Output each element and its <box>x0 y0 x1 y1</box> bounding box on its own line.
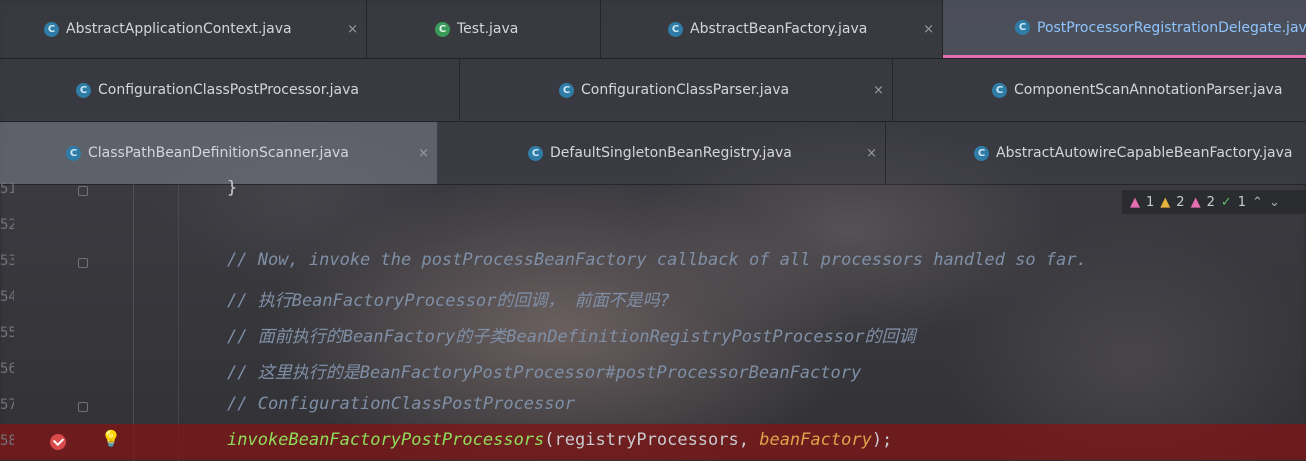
breakpoint-icon[interactable] <box>50 434 66 450</box>
tab-default-singleton-bean-registry[interactable]: C DefaultSingletonBeanRegistry.java × <box>438 122 886 184</box>
code-editor[interactable]: 51 52 53 54 55 56 57 58 💡 } // Now, invo… <box>0 178 1306 461</box>
tab-label: ConfigurationClassParser.java <box>581 82 790 98</box>
code-close: ); <box>871 430 893 450</box>
tab-label: AbstractApplicationContext.java <box>66 21 292 37</box>
line-number: 52 <box>0 217 14 233</box>
java-class-icon: C <box>668 21 683 37</box>
java-class-icon: C <box>44 21 59 37</box>
tab-row-2: C ConfigurationClassPostProcessor.java C… <box>0 59 1306 122</box>
method-call: invokeBeanFactoryPostProcessors <box>227 430 545 450</box>
tab-label: AbstractAutowireCapableBeanFactory.java <box>996 145 1293 161</box>
code-line-invoke: invokeBeanFactoryPostProcessors(registry… <box>227 430 892 450</box>
java-class-icon: C <box>1015 20 1030 35</box>
java-class-icon: C <box>974 145 989 161</box>
tab-component-scan-annotation-parser[interactable]: C ComponentScanAnnotationParser.java <box>893 59 1306 121</box>
field-reference: beanFactory <box>759 430 872 450</box>
line-number: 56 <box>0 361 14 377</box>
code-line: } <box>227 178 238 198</box>
tab-post-processor-registration-delegate[interactable]: C PostProcessorRegistrationDelegate.java <box>943 0 1306 58</box>
java-class-icon: C <box>76 82 91 98</box>
java-class-icon: C <box>992 82 1007 98</box>
close-icon[interactable]: × <box>347 22 358 37</box>
fold-marker-icon[interactable] <box>78 402 88 412</box>
java-class-icon: C <box>528 145 543 161</box>
tab-abstract-bean-factory[interactable]: C AbstractBeanFactory.java × <box>601 0 943 58</box>
line-number: 58 <box>0 433 14 449</box>
tab-configuration-class-post-processor[interactable]: C ConfigurationClassPostProcessor.java <box>0 59 460 121</box>
tab-test[interactable]: C Test.java <box>367 0 601 58</box>
code-comment: // ConfigurationClassPostProcessor <box>227 394 575 414</box>
code-args: (registryProcessors, <box>544 430 760 450</box>
tab-abstract-application-context[interactable]: C AbstractApplicationContext.java × <box>0 0 367 58</box>
line-number: 57 <box>0 397 14 413</box>
line-number: 51 <box>0 181 14 197</box>
close-icon[interactable]: × <box>866 146 877 161</box>
tab-configuration-class-parser[interactable]: C ConfigurationClassParser.java × <box>460 59 893 121</box>
code-comment: // 执行BeanFactoryProcessor的回调， 前面不是吗? <box>227 291 670 311</box>
close-icon[interactable]: × <box>873 83 884 98</box>
code-comment: // 面前执行的BeanFactory的子类BeanDefinitionRegi… <box>227 327 916 347</box>
tab-label: DefaultSingletonBeanRegistry.java <box>550 145 792 161</box>
tab-row-3: C ClassPathBeanDefinitionScanner.java × … <box>0 122 1306 185</box>
tab-label: ComponentScanAnnotationParser.java <box>1014 82 1283 98</box>
tab-label: ClassPathBeanDefinitionScanner.java <box>88 145 349 161</box>
tab-class-path-bean-definition-scanner[interactable]: C ClassPathBeanDefinitionScanner.java × <box>0 122 438 184</box>
lightbulb-icon[interactable]: 💡 <box>101 429 121 448</box>
code-comment: // 这里执行的是BeanFactoryPostProcessor#postPr… <box>227 363 862 383</box>
fold-marker-icon[interactable] <box>78 186 88 196</box>
line-number: 55 <box>0 325 14 341</box>
line-number: 54 <box>0 289 14 305</box>
fold-marker-icon[interactable] <box>78 258 88 268</box>
tab-row-1: C AbstractApplicationContext.java × C Te… <box>0 0 1306 59</box>
tab-label: Test.java <box>457 21 519 37</box>
tab-abstract-autowire-capable-bean-factory[interactable]: C AbstractAutowireCapableBeanFactory.jav… <box>886 122 1306 184</box>
close-icon[interactable]: × <box>418 146 429 161</box>
tab-label: ConfigurationClassPostProcessor.java <box>98 82 359 98</box>
tab-label: AbstractBeanFactory.java <box>690 21 868 37</box>
java-class-icon: C <box>435 21 450 37</box>
gutter-divider <box>133 184 134 461</box>
indent-guide <box>178 184 179 461</box>
code-comment: // Now, invoke the postProcessBeanFactor… <box>227 250 1087 270</box>
java-class-icon: C <box>66 145 81 161</box>
java-class-icon: C <box>559 82 574 98</box>
tab-label: PostProcessorRegistrationDelegate.java <box>1037 19 1306 36</box>
line-number: 53 <box>0 253 14 269</box>
close-icon[interactable]: × <box>923 22 934 37</box>
